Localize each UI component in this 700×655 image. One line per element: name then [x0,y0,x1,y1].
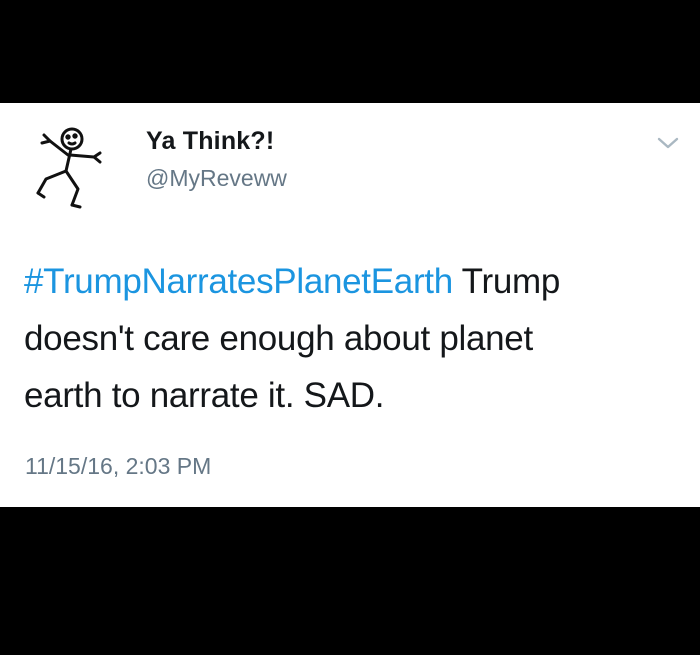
user-handle[interactable]: @MyReveww [146,165,287,192]
tweet-card: Ya Think?! @MyReveww #TrumpNarratesPlane… [0,103,700,507]
chevron-down-icon[interactable] [655,133,681,153]
tweet-line-2: doesn't care enough about planet [24,319,533,358]
display-name[interactable]: Ya Think?! [146,127,274,156]
hashtag-link[interactable]: #TrumpNarratesPlanetEarth [24,262,453,301]
tweet-line-3: earth to narrate it. SAD. [24,376,385,415]
tweet-timestamp[interactable]: 11/15/16, 2:03 PM [25,453,211,480]
tweet-line-1: #TrumpNarratesPlanetEarth Trump [24,253,684,310]
tweet-text: #TrumpNarratesPlanetEarth Trump doesn't … [24,253,684,424]
stick-figure-avatar-icon[interactable] [28,125,108,213]
tweet-line-1-text: Trump [452,262,561,301]
